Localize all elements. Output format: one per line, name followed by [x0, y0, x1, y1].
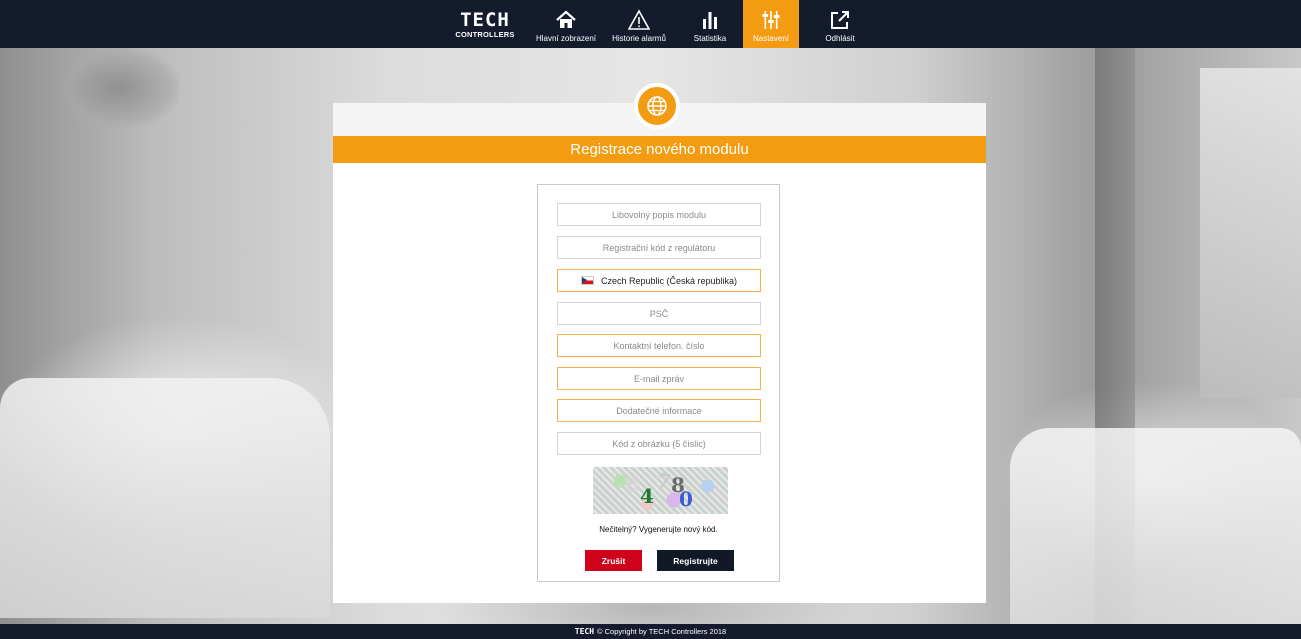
captcha-digit: 8: [623, 472, 641, 498]
module-registration-card: Registrace nového modulu Czech Republic …: [333, 83, 986, 603]
register-button[interactable]: Registrujte: [657, 550, 734, 571]
country-select-value: Czech Republic (Česká republika): [600, 275, 738, 286]
nav-item-settings[interactable]: Nastavení: [743, 0, 799, 48]
contact-phone-input[interactable]: [557, 334, 761, 357]
globe-badge: [634, 83, 680, 129]
warning-icon: [628, 9, 650, 30]
logo-main-text: TECH: [460, 9, 510, 31]
logo-sub-text: CONTROLLERS: [455, 30, 515, 39]
nav-item-logout[interactable]: Odhlásit: [809, 0, 871, 48]
additional-info-input[interactable]: [557, 399, 761, 422]
captcha-code-input[interactable]: [557, 432, 761, 455]
captcha-digit: 0: [679, 487, 693, 511]
background-lamp: [60, 48, 180, 128]
czech-flag-icon: [580, 276, 594, 285]
footer-logo: TECH: [574, 627, 595, 636]
captcha-digit: 4: [640, 484, 654, 508]
nav-item-alarm-history[interactable]: Historie alarmů: [603, 0, 675, 48]
nav-label-logout: Odhlásit: [825, 34, 855, 43]
tech-logo[interactable]: TECH CONTROLLERS: [452, 10, 518, 40]
nav-label-statistics: Statistika: [693, 34, 727, 43]
nav-item-statistics[interactable]: Statistika: [682, 0, 738, 48]
country-select[interactable]: Czech Republic (Česká republika): [557, 269, 761, 292]
card-title: Registrace nového modulu: [333, 136, 986, 163]
regenerate-captcha-link[interactable]: Nečitelný? Vygenerujte nový kód.: [538, 525, 779, 534]
nav-label-alarm-history: Historie alarmů: [612, 34, 666, 43]
background-window: [1200, 68, 1301, 398]
nav-item-main-view[interactable]: Hlavní zobrazení: [529, 0, 603, 48]
background-sofa-right: [1010, 428, 1301, 628]
registration-code-input[interactable]: [557, 236, 761, 259]
cancel-button[interactable]: Zrušit: [585, 550, 642, 571]
stats-icon: [703, 12, 717, 29]
globe-icon: [647, 96, 667, 116]
footer-bar: TECH © Copyright by TECH Controllers 2018: [0, 624, 1301, 639]
home-icon: [556, 10, 576, 28]
logout-icon: [831, 11, 849, 29]
copyright-text: © Copyright by TECH Controllers 2018: [597, 627, 727, 636]
nav-label-main-view: Hlavní zobrazení: [535, 34, 597, 43]
zip-code-input[interactable]: [557, 302, 761, 325]
nav-label-settings: Nastavení: [752, 34, 790, 43]
email-input[interactable]: [557, 367, 761, 390]
captcha-image: 8 4 7 8 0: [593, 467, 728, 514]
module-description-input[interactable]: [557, 203, 761, 226]
registration-form: Czech Republic (Česká republika) 8 4 7 8…: [537, 184, 780, 582]
top-navigation-bar: TECH CONTROLLERS Hlavní zobrazení Histor…: [0, 0, 1301, 48]
settings-sliders-icon: [762, 11, 780, 29]
background-sofa-left: [0, 378, 330, 618]
